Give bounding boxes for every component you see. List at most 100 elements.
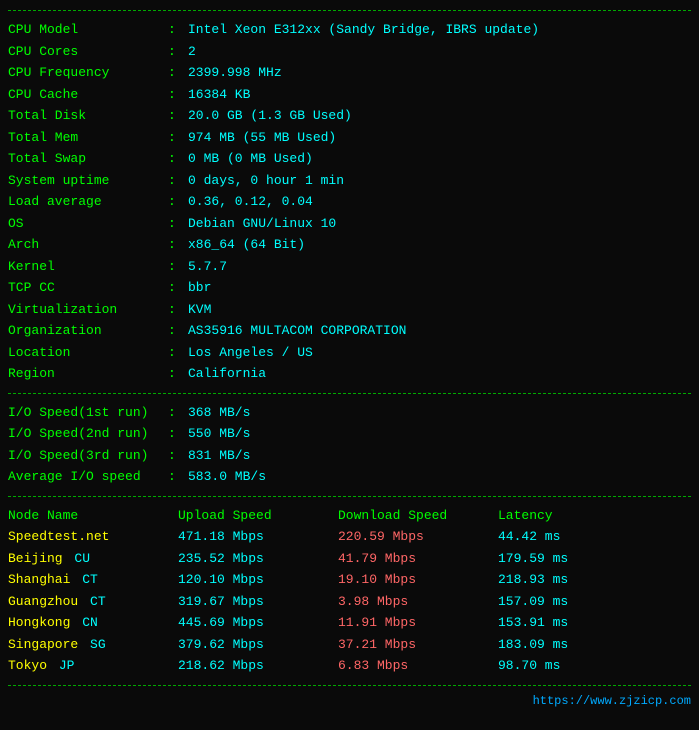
net-node-0: Speedtest.net — [8, 527, 178, 547]
system-sep-1: : — [168, 42, 188, 62]
system-value-8: 0.36, 0.12, 0.04 — [188, 192, 313, 212]
net-upload-0: 471.18 Mbps — [178, 527, 338, 547]
net-download-3: 3.98 Mbps — [338, 592, 498, 612]
net-upload-3: 319.67 Mbps — [178, 592, 338, 612]
system-label-4: Total Disk — [8, 106, 168, 126]
io-value-3: 583.0 MB/s — [188, 467, 266, 487]
system-label-11: Kernel — [8, 257, 168, 277]
net-node-5: Singapore SG — [8, 635, 178, 655]
net-node-6: Tokyo JP — [8, 656, 178, 676]
system-sep-4: : — [168, 106, 188, 126]
system-value-0: Intel Xeon E312xx (Sandy Bridge, IBRS up… — [188, 20, 539, 40]
net-node-4: Hongkong CN — [8, 613, 178, 633]
net-latency-5: 183.09 ms — [498, 635, 618, 655]
net-latency-6: 98.70 ms — [498, 656, 618, 676]
system-info-row: Region : California — [8, 363, 691, 385]
system-sep-16: : — [168, 364, 188, 384]
header-node: Node Name — [8, 506, 178, 526]
system-label-7: System uptime — [8, 171, 168, 191]
system-sep-11: : — [168, 257, 188, 277]
io-label-0: I/O Speed(1st run) — [8, 403, 168, 423]
watermark: https://www.zjzicp.com — [8, 690, 691, 710]
system-value-14: AS35916 MULTACOM CORPORATION — [188, 321, 406, 341]
network-section: Node Name Upload Speed Download Speed La… — [8, 501, 691, 681]
io-label-3: Average I/O speed — [8, 467, 168, 487]
system-info-row: Total Swap : 0 MB (0 MB Used) — [8, 148, 691, 170]
net-upload-6: 218.62 Mbps — [178, 656, 338, 676]
io-sep-2: : — [168, 446, 188, 466]
system-label-9: OS — [8, 214, 168, 234]
system-info-section: CPU Model : Intel Xeon E312xx (Sandy Bri… — [8, 15, 691, 389]
system-label-12: TCP CC — [8, 278, 168, 298]
system-value-2: 2399.998 MHz — [188, 63, 282, 83]
system-info-row: Total Mem : 974 MB (55 MB Used) — [8, 127, 691, 149]
net-download-2: 19.10 Mbps — [338, 570, 498, 590]
system-label-15: Location — [8, 343, 168, 363]
network-table-row: Speedtest.net 471.18 Mbps 220.59 Mbps 44… — [8, 526, 691, 548]
system-info-row: Organization : AS35916 MULTACOM CORPORAT… — [8, 320, 691, 342]
system-value-12: bbr — [188, 278, 211, 298]
io-sep-0: : — [168, 403, 188, 423]
system-sep-8: : — [168, 192, 188, 212]
system-info-row: TCP CC : bbr — [8, 277, 691, 299]
system-info-row: CPU Cores : 2 — [8, 41, 691, 63]
system-info-row: Total Disk : 20.0 GB (1.3 GB Used) — [8, 105, 691, 127]
system-info-row: Location : Los Angeles / US — [8, 342, 691, 364]
net-download-1: 41.79 Mbps — [338, 549, 498, 569]
system-label-13: Virtualization — [8, 300, 168, 320]
system-sep-2: : — [168, 63, 188, 83]
mid-divider-2 — [8, 496, 691, 497]
system-sep-10: : — [168, 235, 188, 255]
system-info-row: CPU Frequency : 2399.998 MHz — [8, 62, 691, 84]
system-info-row: CPU Model : Intel Xeon E312xx (Sandy Bri… — [8, 19, 691, 41]
system-value-6: 0 MB (0 MB Used) — [188, 149, 313, 169]
net-latency-3: 157.09 ms — [498, 592, 618, 612]
system-value-11: 5.7.7 — [188, 257, 227, 277]
system-sep-14: : — [168, 321, 188, 341]
system-info-row: Kernel : 5.7.7 — [8, 256, 691, 278]
network-table-row: Tokyo JP 218.62 Mbps 6.83 Mbps 98.70 ms — [8, 655, 691, 677]
system-label-3: CPU Cache — [8, 85, 168, 105]
io-label-2: I/O Speed(3rd run) — [8, 446, 168, 466]
system-value-10: x86_64 (64 Bit) — [188, 235, 305, 255]
net-latency-2: 218.93 ms — [498, 570, 618, 590]
system-label-16: Region — [8, 364, 168, 384]
top-divider — [8, 10, 691, 11]
system-sep-3: : — [168, 85, 188, 105]
header-upload: Upload Speed — [178, 506, 338, 526]
system-label-1: CPU Cores — [8, 42, 168, 62]
network-table-row: Shanghai CT 120.10 Mbps 19.10 Mbps 218.9… — [8, 569, 691, 591]
network-table-row: Hongkong CN 445.69 Mbps 11.91 Mbps 153.9… — [8, 612, 691, 634]
header-download: Download Speed — [338, 506, 498, 526]
net-download-0: 220.59 Mbps — [338, 527, 498, 547]
node-tag-5: SG — [90, 637, 106, 652]
io-sep-1: : — [168, 424, 188, 444]
system-info-row: Virtualization : KVM — [8, 299, 691, 321]
system-sep-12: : — [168, 278, 188, 298]
system-label-10: Arch — [8, 235, 168, 255]
system-value-7: 0 days, 0 hour 1 min — [188, 171, 344, 191]
net-latency-1: 179.59 ms — [498, 549, 618, 569]
net-node-2: Shanghai CT — [8, 570, 178, 590]
system-value-13: KVM — [188, 300, 211, 320]
io-section: I/O Speed(1st run) : 368 MB/s I/O Speed(… — [8, 398, 691, 492]
system-label-14: Organization — [8, 321, 168, 341]
system-label-2: CPU Frequency — [8, 63, 168, 83]
io-info-row: I/O Speed(3rd run) : 831 MB/s — [8, 445, 691, 467]
io-sep-3: : — [168, 467, 188, 487]
system-sep-9: : — [168, 214, 188, 234]
io-info-row: I/O Speed(2nd run) : 550 MB/s — [8, 423, 691, 445]
net-download-4: 11.91 Mbps — [338, 613, 498, 633]
node-tag-3: CT — [90, 594, 106, 609]
node-tag-1: CU — [74, 551, 90, 566]
network-table-row: Singapore SG 379.62 Mbps 37.21 Mbps 183.… — [8, 634, 691, 656]
system-info-row: Arch : x86_64 (64 Bit) — [8, 234, 691, 256]
net-node-3: Guangzhou CT — [8, 592, 178, 612]
node-tag-4: CN — [82, 615, 98, 630]
system-info-row: Load average : 0.36, 0.12, 0.04 — [8, 191, 691, 213]
node-tag-2: CT — [82, 572, 98, 587]
system-info-row: System uptime : 0 days, 0 hour 1 min — [8, 170, 691, 192]
system-label-6: Total Swap — [8, 149, 168, 169]
system-sep-15: : — [168, 343, 188, 363]
system-sep-6: : — [168, 149, 188, 169]
